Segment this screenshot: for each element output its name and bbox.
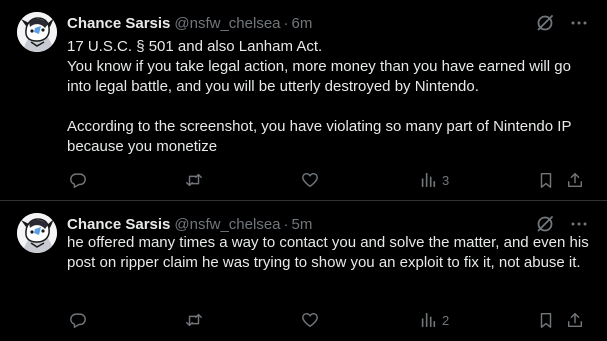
- timestamp[interactable]: 5m: [292, 216, 313, 233]
- bookmark-button[interactable]: [537, 310, 555, 330]
- views-count: 2: [442, 312, 450, 328]
- bookmark-icon: [540, 312, 552, 328]
- views-button[interactable]: 3: [419, 170, 449, 190]
- grok-icon[interactable]: [535, 13, 555, 33]
- tweet-feed: Chance Sarsis @nsfw_chelsea · 6m 17 U.S.…: [0, 0, 607, 341]
- author-name[interactable]: Chance Sarsis: [67, 216, 170, 233]
- reply-button[interactable]: [69, 170, 87, 190]
- views-icon: [421, 172, 436, 188]
- bookmark-button[interactable]: [537, 170, 555, 190]
- like-icon: [302, 312, 318, 328]
- views-count: 3: [442, 172, 450, 188]
- avatar[interactable]: [17, 12, 57, 52]
- tweet-header: Chance Sarsis @nsfw_chelsea · 5m: [67, 214, 312, 234]
- tweet-text-line: You know if you take legal action, more …: [67, 58, 571, 95]
- bookmark-icon: [540, 172, 552, 188]
- separator: ·: [283, 14, 289, 32]
- like-button[interactable]: [301, 310, 319, 330]
- author-name[interactable]: Chance Sarsis: [67, 15, 170, 32]
- retweet-icon: [186, 173, 202, 187]
- tweet[interactable]: Chance Sarsis @nsfw_chelsea · 5m he offe…: [0, 201, 607, 341]
- tweet-action-bar: 2: [67, 310, 587, 330]
- views-button[interactable]: 2: [419, 310, 449, 330]
- views-icon: [421, 312, 436, 328]
- reply-icon: [70, 173, 86, 188]
- reply-button[interactable]: [69, 310, 87, 330]
- avatar[interactable]: [17, 213, 57, 253]
- author-handle[interactable]: @nsfw_chelsea: [174, 15, 280, 32]
- author-handle[interactable]: @nsfw_chelsea: [174, 216, 280, 233]
- share-icon: [567, 312, 583, 328]
- tweet-text-line: According to the screenshot, you have vi…: [67, 118, 572, 155]
- timestamp[interactable]: 6m: [292, 15, 313, 32]
- tweet-text: 17 U.S.C. § 501 and also Lanham Act. You…: [67, 37, 595, 157]
- tweet-header: Chance Sarsis @nsfw_chelsea · 6m: [67, 13, 312, 33]
- more-icon[interactable]: [569, 214, 589, 234]
- retweet-icon: [186, 313, 202, 327]
- tweet-top-actions: [535, 13, 589, 33]
- like-icon: [302, 172, 318, 188]
- like-button[interactable]: [301, 170, 319, 190]
- tweet-text-line: he offered many times a way to contact y…: [67, 234, 589, 271]
- separator: ·: [283, 215, 289, 233]
- tweet-text-line: 17 U.S.C. § 501 and also Lanham Act.: [67, 38, 323, 55]
- share-button[interactable]: [566, 170, 584, 190]
- share-button[interactable]: [566, 310, 584, 330]
- repost-button[interactable]: [185, 170, 203, 190]
- repost-button[interactable]: [185, 310, 203, 330]
- tweet[interactable]: Chance Sarsis @nsfw_chelsea · 6m 17 U.S.…: [0, 0, 607, 200]
- more-icon[interactable]: [569, 13, 589, 33]
- tweet-text: he offered many times a way to contact y…: [67, 233, 595, 273]
- reply-icon: [70, 313, 86, 328]
- tweet-top-actions: [535, 214, 589, 234]
- grok-icon[interactable]: [535, 214, 555, 234]
- share-icon: [567, 172, 583, 188]
- tweet-action-bar: 3: [67, 170, 587, 190]
